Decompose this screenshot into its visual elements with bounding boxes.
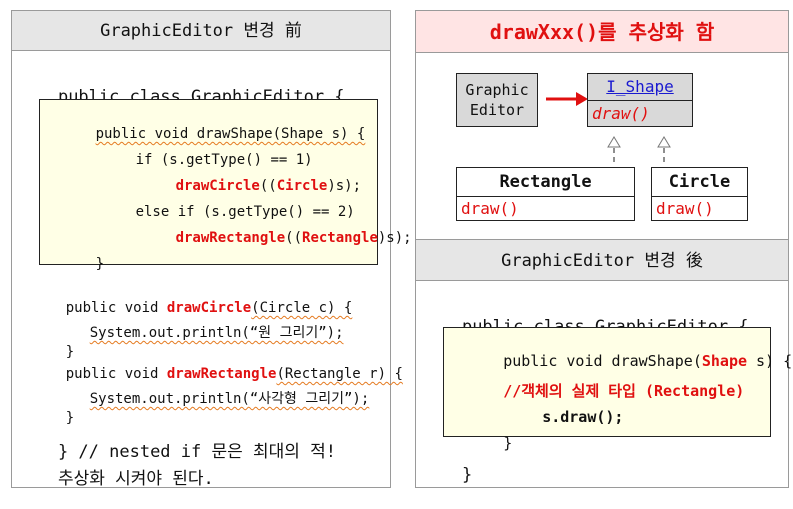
uml-rectangle-box: Rectangle draw() <box>456 167 635 221</box>
realization-head-rectangle <box>607 136 621 148</box>
left-method-box: public void drawShape(Shape s) { if (s.g… <box>39 99 412 272</box>
right-panel-header: drawXxx()를 추상화 함 <box>416 11 788 53</box>
note-line-2: 추상화 시켜야 된다. <box>57 469 214 489</box>
uml-interface-box: I_Shape draw() <box>587 73 693 127</box>
uml-circle-name: Circle <box>652 168 747 197</box>
uml-circle-box: Circle draw() <box>651 167 748 221</box>
left-panel-header: GraphicEditor 변경 前 <box>12 11 390 51</box>
uml-rectangle-method: draw() <box>461 199 519 218</box>
uml-graphic-editor-box: Graphic Editor <box>456 73 538 127</box>
uml-circle-method: draw() <box>656 199 714 218</box>
right-panel: drawXxx()를 추상화 함 Graphic Editor I_Shape … <box>415 10 792 488</box>
right-panel-title: drawXxx()를 추상화 함 <box>489 20 715 44</box>
method-close-brace: } <box>95 256 105 272</box>
uml-interface-name: I_Shape <box>588 74 692 101</box>
uml-rectangle-name: Rectangle <box>457 168 634 197</box>
after-header: GraphicEditor 변경 後 <box>416 239 788 281</box>
right-method-box: public void drawShape(Shape s) { //객체의 실… <box>443 327 792 452</box>
left-panel-title: GraphicEditor 변경 前 <box>100 21 302 41</box>
left-panel: GraphicEditor 변경 前 public class GraphicE… <box>11 10 412 489</box>
uml-interface-method: draw() <box>592 104 650 123</box>
realization-head-circle <box>657 136 671 148</box>
right-class-close: } <box>461 465 473 485</box>
call-draw-rectangle: drawRectangle((Rectangle)s); <box>175 230 412 246</box>
